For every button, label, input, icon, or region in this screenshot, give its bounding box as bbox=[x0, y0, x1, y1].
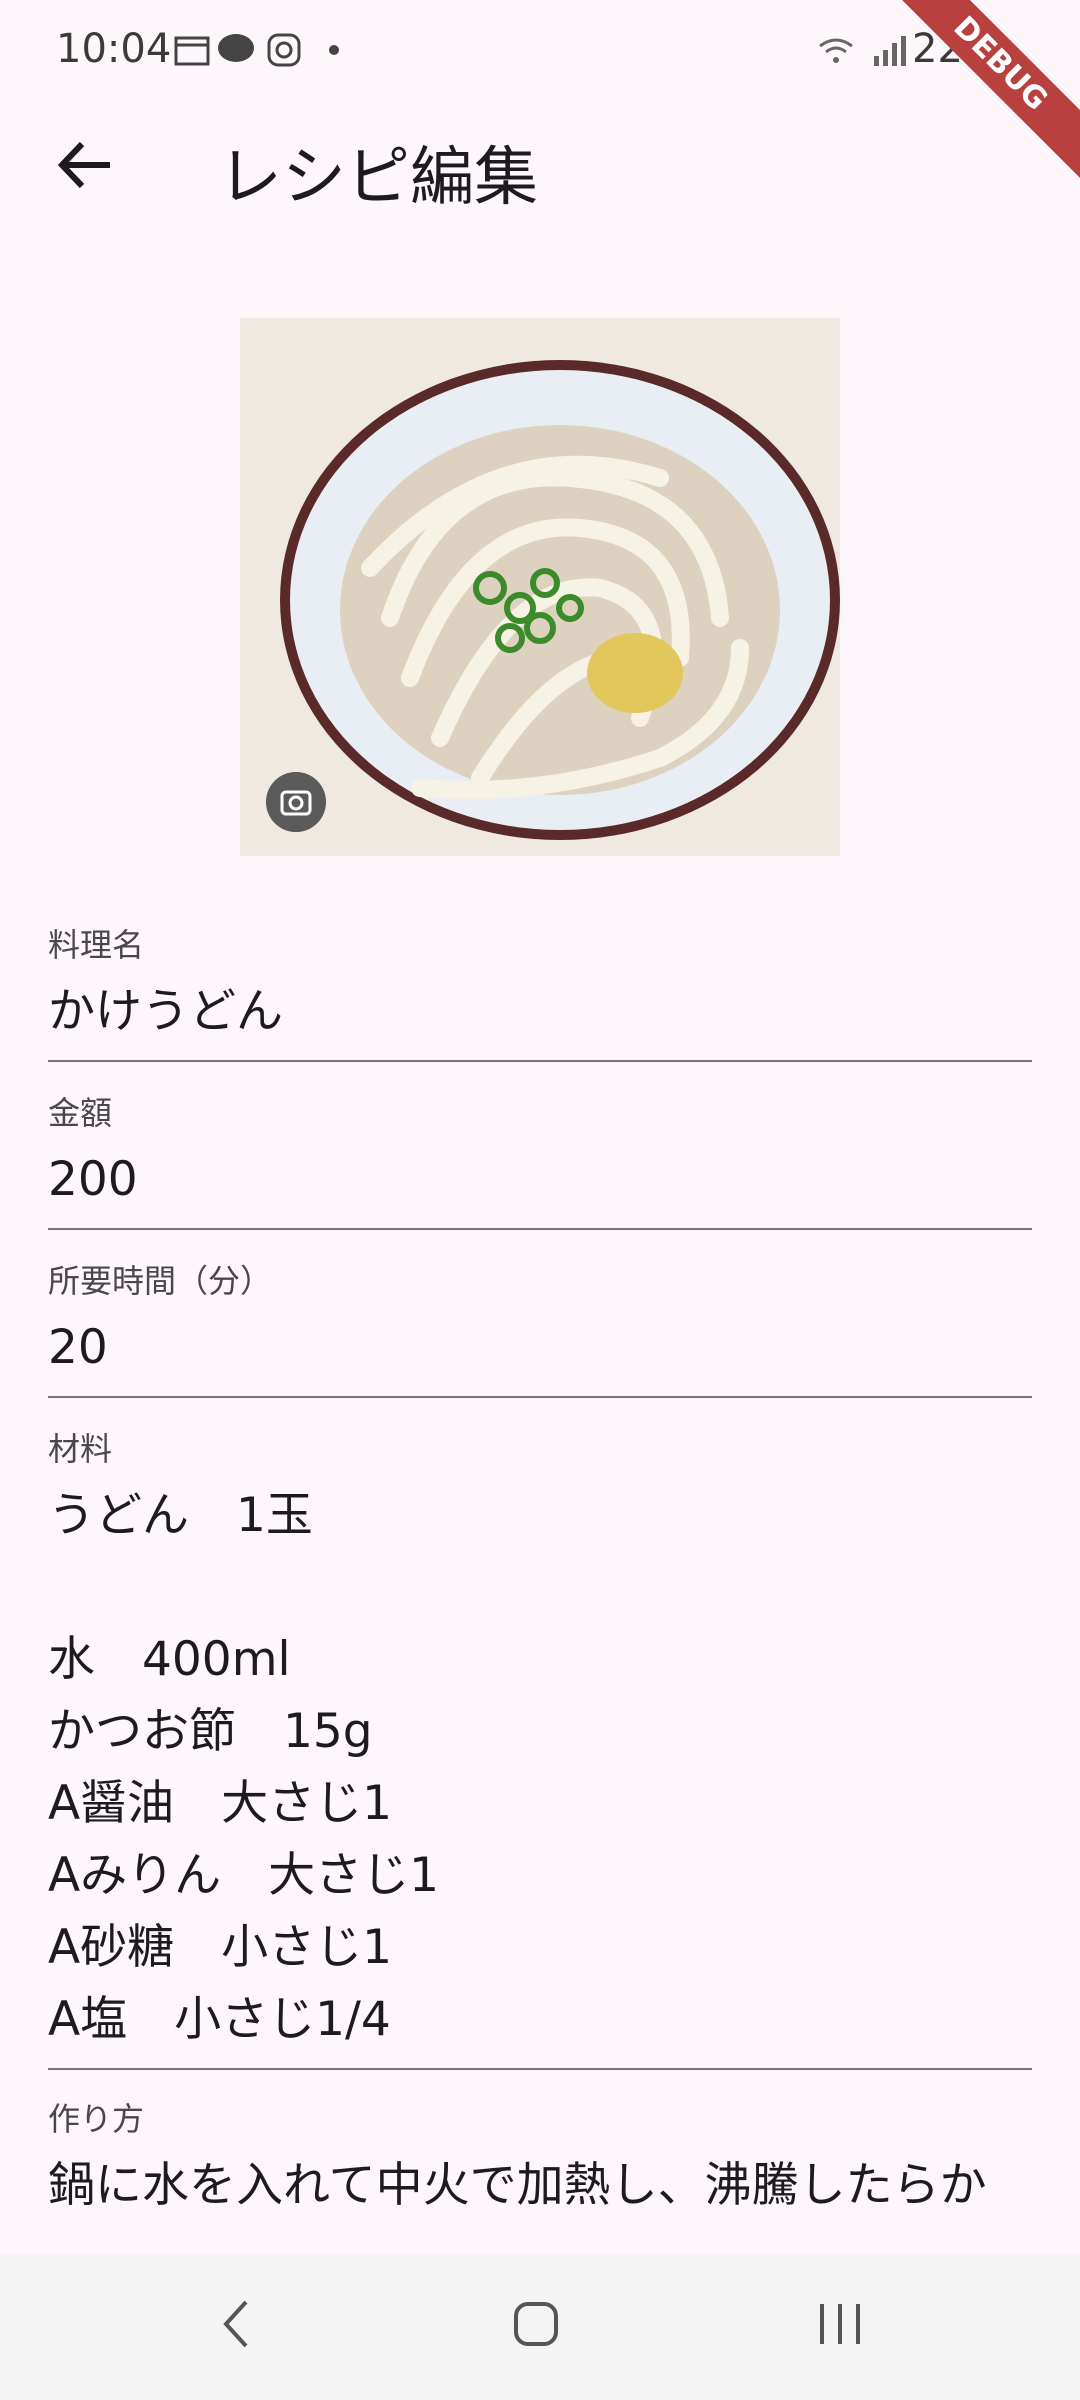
nav-home-icon[interactable] bbox=[506, 2294, 566, 2354]
status-time: 10:04 bbox=[56, 26, 172, 72]
page-title: レシピ編集 bbox=[218, 141, 538, 215]
method-label: 作り方 bbox=[48, 2100, 145, 2138]
dish-name-label: 料理名 bbox=[48, 926, 145, 964]
time-label: 所要時間（分） bbox=[48, 1262, 273, 1300]
ingredients-line[interactable]: かつお節 15g bbox=[48, 1696, 1032, 1768]
signal-icon bbox=[874, 36, 906, 66]
ingredients-label: 材料 bbox=[48, 1430, 113, 1468]
dish-name-value[interactable]: かけうどん bbox=[48, 976, 1032, 1048]
nav-recents-icon[interactable] bbox=[810, 2294, 870, 2354]
ingredients-line[interactable] bbox=[48, 1552, 1032, 1624]
wifi-icon bbox=[819, 38, 853, 63]
camera-icon[interactable] bbox=[266, 772, 326, 832]
ingredients-line[interactable]: うどん 1玉 bbox=[48, 1480, 1032, 1552]
notification-dot-icon bbox=[329, 45, 339, 55]
instagram-icon bbox=[267, 33, 301, 67]
ingredients-line[interactable]: 水 400ml bbox=[48, 1624, 1032, 1696]
dish-name-field[interactable]: 料理名 かけうどん bbox=[48, 920, 1032, 1048]
price-label: 金額 bbox=[48, 1094, 113, 1132]
ingredients-field[interactable]: 材料 うどん 1玉 水 400ml かつお節 15g A醤油 大さじ1 Aみりん… bbox=[48, 1424, 1032, 2056]
calendar-icon bbox=[174, 36, 210, 66]
price-field[interactable]: 金額 200 bbox=[48, 1088, 1032, 1216]
divider bbox=[48, 1228, 1032, 1230]
divider bbox=[48, 2068, 1032, 2070]
status-bar: 10:04 22% DEBUG bbox=[0, 0, 1080, 188]
method-value[interactable]: 鍋に水を入れて中火で加熱し、沸騰したらか bbox=[48, 2150, 1032, 2222]
udon-bowl-image bbox=[240, 318, 840, 856]
nav-back-icon[interactable] bbox=[206, 2294, 266, 2354]
line-app-icon bbox=[218, 34, 254, 62]
system-nav-bar bbox=[0, 2254, 1080, 2400]
price-value[interactable]: 200 bbox=[48, 1144, 1032, 1216]
ingredients-line[interactable]: A塩 小さじ1/4 bbox=[48, 1984, 1032, 2056]
app-bar: レシピ編集 bbox=[0, 100, 1080, 230]
ingredients-line[interactable]: Aみりん 大さじ1 bbox=[48, 1840, 1032, 1912]
divider bbox=[48, 1396, 1032, 1398]
method-field[interactable]: 作り方 鍋に水を入れて中火で加熱し、沸騰したらか bbox=[48, 2094, 1032, 2222]
divider bbox=[48, 1060, 1032, 1062]
ingredients-line[interactable]: A醤油 大さじ1 bbox=[48, 1768, 1032, 1840]
time-field[interactable]: 所要時間（分） 20 bbox=[48, 1256, 1032, 1384]
time-value[interactable]: 20 bbox=[48, 1312, 1032, 1384]
ingredients-line[interactable]: A砂糖 小さじ1 bbox=[48, 1912, 1032, 1984]
recipe-photo[interactable] bbox=[240, 318, 840, 856]
arrow-left-icon[interactable] bbox=[50, 130, 120, 200]
